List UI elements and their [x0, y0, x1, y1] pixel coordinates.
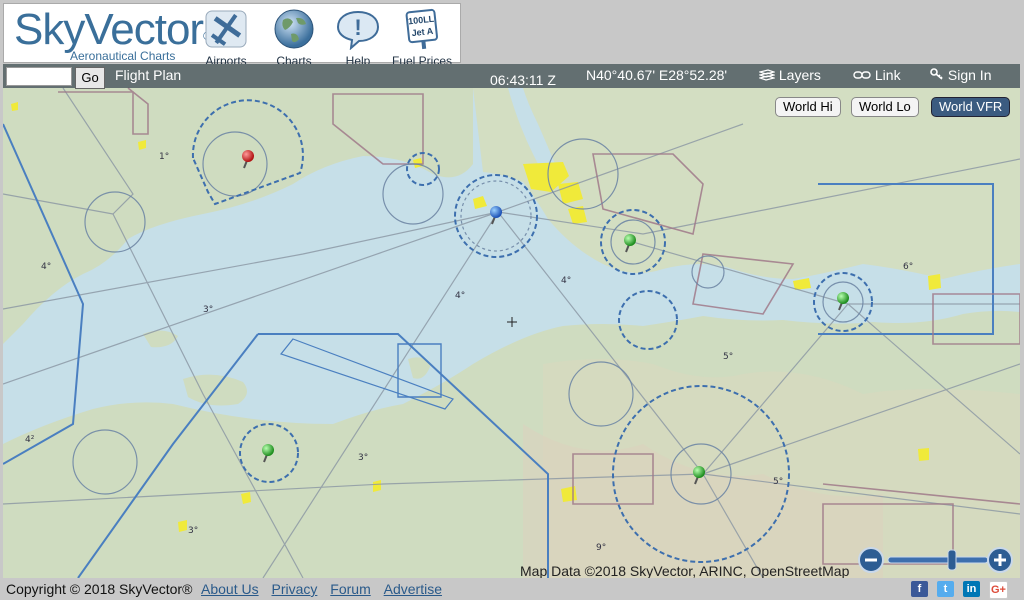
zoom-in-button[interactable]: [987, 547, 1013, 573]
airport-plane-icon: [205, 10, 247, 48]
zoom-slider-track[interactable]: [887, 556, 989, 564]
nav-charts[interactable]: Charts: [262, 8, 326, 68]
zulu-time: 06:43:11 Z: [490, 72, 556, 88]
facebook-icon[interactable]: f: [911, 581, 928, 597]
fuel-sign-icon: 100LL Jet A: [405, 8, 438, 50]
go-button[interactable]: Go: [75, 67, 105, 89]
logo-box[interactable]: SkyVector® Aeronautical Charts Airports …: [3, 3, 461, 68]
map-attribution: Map Data ©2018 SkyVector, ARINC, OpenStr…: [520, 563, 850, 579]
airport-marker-green-4[interactable]: [262, 444, 274, 463]
layers-icon: [757, 69, 777, 81]
airport-markers[interactable]: [3, 64, 1020, 578]
chain-link-icon: [853, 71, 871, 79]
airport-marker-red[interactable]: [242, 150, 254, 169]
about-us-link[interactable]: About Us: [201, 581, 259, 597]
footer: Copyright © 2018 SkyVector® About Us Pri…: [0, 578, 1024, 600]
airport-marker-green-1[interactable]: [624, 234, 636, 253]
globe-icon: [274, 9, 314, 49]
chart-world-vfr-button[interactable]: World VFR: [931, 97, 1011, 117]
link-button[interactable]: Link: [853, 67, 901, 83]
key-icon: [930, 68, 943, 80]
linkedin-icon[interactable]: in: [963, 581, 980, 597]
google-plus-icon[interactable]: G+: [989, 581, 1008, 599]
zoom-slider-handle[interactable]: [947, 549, 957, 571]
chart-world-lo-button[interactable]: World Lo: [851, 97, 919, 117]
layers-button[interactable]: Layers: [757, 67, 821, 83]
airport-marker-blue[interactable]: [490, 206, 502, 225]
logo[interactable]: SkyVector®: [14, 8, 212, 52]
nav-airports[interactable]: Airports: [194, 8, 258, 68]
zoom-out-button[interactable]: [858, 547, 884, 573]
airport-marker-green-3[interactable]: [693, 466, 705, 485]
advertise-link[interactable]: Advertise: [384, 581, 442, 597]
header: SkyVector® Aeronautical Charts Airports …: [0, 0, 1024, 68]
map-view[interactable]: 4° 3° 4° 4° 5° 6° 1° 4² 3° 3° 5° 9°: [3, 64, 1020, 578]
zoom-control[interactable]: [858, 546, 1018, 574]
svg-text:!: !: [354, 15, 361, 40]
forum-link[interactable]: Forum: [330, 581, 370, 597]
cursor-coordinates: N40°40.67' E28°52.28': [586, 67, 728, 83]
flight-plan-button[interactable]: Flight Plan: [115, 67, 181, 83]
search-input[interactable]: [6, 67, 72, 86]
map-toolbar: Go Flight Plan 06:43:11 Z N40°40.67' E28…: [3, 64, 1020, 89]
layers-label: Layers: [778, 67, 821, 83]
link-label: Link: [874, 67, 901, 83]
airport-marker-green-2[interactable]: [837, 292, 849, 311]
nav-help[interactable]: ! Help: [326, 8, 390, 68]
privacy-link[interactable]: Privacy: [271, 581, 317, 597]
chart-world-hi-button[interactable]: World Hi: [775, 97, 841, 117]
signin-label: Sign In: [947, 67, 992, 83]
twitter-icon[interactable]: t: [937, 581, 954, 597]
nav-fuel-prices[interactable]: 100LL Jet A Fuel Prices: [390, 8, 454, 68]
copyright: Copyright © 2018 SkyVector®: [6, 581, 193, 597]
signin-button[interactable]: Sign In: [930, 67, 991, 83]
help-bubble-icon: !: [336, 10, 380, 51]
logo-subtitle: Aeronautical Charts: [70, 49, 176, 63]
